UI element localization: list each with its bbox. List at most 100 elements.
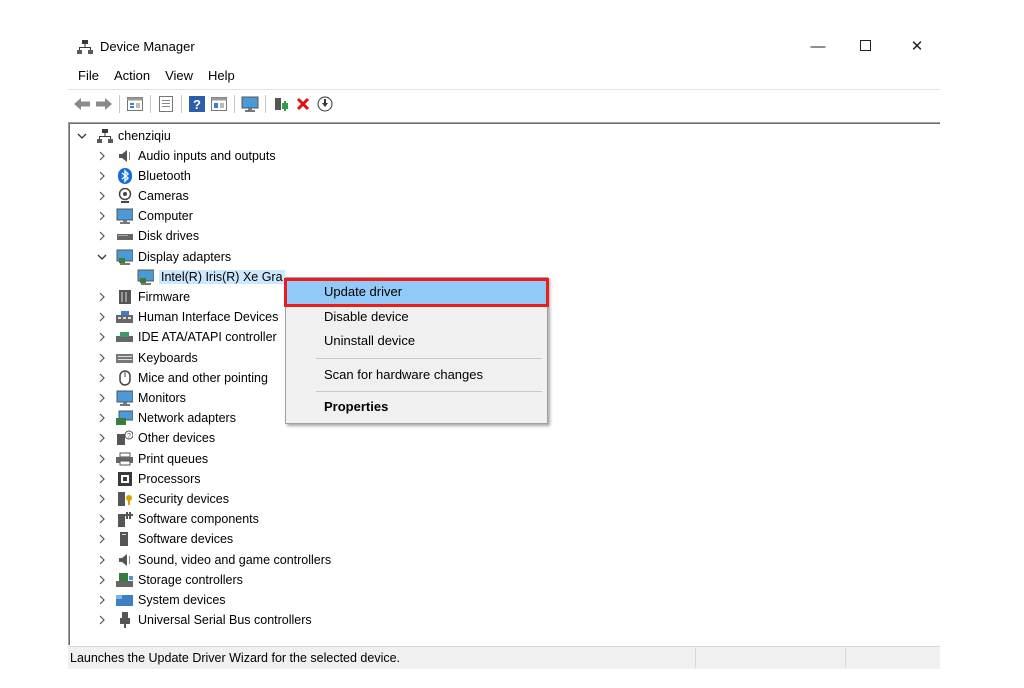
tree-item-category[interactable]: Mice and other pointing [96, 368, 268, 387]
chevron-right-icon[interactable] [96, 412, 108, 424]
uninstall-device-item[interactable]: Uninstall device [324, 331, 415, 351]
tree-item-label: Other devices [138, 431, 216, 446]
chevron-right-icon[interactable] [96, 190, 108, 202]
tree-item-category[interactable]: Bluetooth [96, 166, 191, 185]
tree-item-category[interactable]: Print queues [96, 449, 208, 468]
tree-item-category[interactable]: Computer [96, 207, 193, 226]
tree-item-category[interactable]: Keyboards [96, 348, 198, 367]
help-icon[interactable]: ? [187, 94, 206, 114]
tree-item-label: Security devices [138, 491, 230, 506]
chevron-right-icon[interactable] [96, 574, 108, 586]
tree-item-category[interactable]: Software components [96, 510, 259, 529]
chevron-down-icon[interactable] [76, 130, 88, 142]
minimize-button[interactable]: — [803, 34, 833, 58]
menu-bar: File Action View Help [78, 68, 250, 86]
tree-item-category[interactable]: Audio inputs and outputs [96, 146, 276, 165]
uninstall-x-icon[interactable] [293, 94, 312, 114]
maximize-icon [859, 38, 871, 55]
chevron-right-icon[interactable] [96, 453, 108, 465]
chevron-right-icon[interactable] [96, 392, 108, 404]
software-device-icon [116, 531, 133, 547]
menu-file[interactable]: File [78, 68, 99, 86]
tree-item-label: Software devices [138, 532, 234, 547]
tree-item-label: Monitors [138, 390, 186, 405]
tree-item-category[interactable]: Cameras [96, 186, 189, 205]
tree-item-category[interactable]: Network adapters [96, 409, 236, 428]
tree-item-label: Processors [138, 471, 201, 486]
tree-item-label: Network adapters [138, 411, 236, 426]
tree-item-category[interactable]: Security devices [96, 489, 229, 508]
chevron-right-icon[interactable] [96, 473, 108, 485]
window-title: Device Manager [100, 39, 195, 54]
menu-view[interactable]: View [165, 68, 193, 86]
chevron-right-icon[interactable] [96, 170, 108, 182]
chevron-right-icon[interactable] [96, 614, 108, 626]
tree-item-label: Computer [138, 209, 193, 224]
tree-border [69, 123, 70, 645]
chevron-right-icon[interactable] [96, 331, 108, 343]
chevron-right-icon[interactable] [96, 432, 108, 444]
tree-item-label: Universal Serial Bus controllers [138, 613, 312, 628]
chevron-right-icon[interactable] [96, 533, 108, 545]
tree-item-category[interactable]: IDE ATA/ATAPI controller [96, 328, 277, 347]
chevron-right-icon[interactable] [96, 352, 108, 364]
tree-item-category[interactable]: Universal Serial Bus controllers [96, 611, 312, 630]
tree-item-category[interactable]: Monitors [96, 388, 186, 407]
chevron-down-icon[interactable] [96, 251, 108, 263]
tree-item-category[interactable]: Software devices [96, 530, 233, 549]
chevron-right-icon[interactable] [96, 311, 108, 323]
grid-icon[interactable] [209, 94, 228, 114]
chevron-right-icon[interactable] [96, 372, 108, 384]
chevron-right-icon[interactable] [96, 554, 108, 566]
disable-device-item[interactable]: Disable device [324, 307, 409, 327]
page-icon[interactable] [156, 94, 175, 114]
chevron-right-icon[interactable] [96, 230, 108, 242]
chevron-right-icon[interactable] [96, 594, 108, 606]
close-button[interactable]: ✕ [902, 34, 932, 58]
chevron-right-icon[interactable] [96, 291, 108, 303]
tree-item-category[interactable]: Human Interface Devices [96, 308, 278, 327]
tree-border [68, 123, 940, 124]
tree-item-category[interactable]: System devices [96, 590, 226, 609]
download-icon[interactable] [315, 94, 334, 114]
svg-text:?: ? [127, 433, 131, 440]
processor-icon [116, 471, 133, 487]
usb-icon [116, 612, 133, 629]
status-text: Launches the Update Driver Wizard for th… [70, 651, 401, 665]
scan-hardware-item[interactable]: Scan for hardware changes [324, 365, 483, 385]
tree-item-device[interactable]: Intel(R) Iris(R) Xe Gra [137, 267, 285, 286]
tree-item-category[interactable]: Sound, video and game controllers [96, 550, 331, 569]
tree-root[interactable]: chenziqiu [76, 126, 171, 145]
security-icon [116, 491, 133, 507]
keyboard-icon [116, 350, 133, 366]
close-icon: ✕ [910, 38, 924, 55]
tree-item-category[interactable]: ? Other devices [96, 429, 215, 448]
tree-item-category[interactable]: Disk drives [96, 227, 199, 246]
chevron-right-icon[interactable] [96, 513, 108, 525]
tree-item-category[interactable]: Display adapters [96, 247, 231, 266]
chevron-right-icon[interactable] [96, 150, 108, 162]
properties-grid-icon[interactable] [125, 94, 144, 114]
toolbar: ? [72, 93, 337, 115]
network-icon [116, 410, 133, 426]
tree-item-category[interactable]: Processors [96, 469, 201, 488]
camera-icon [116, 187, 133, 204]
tree-item-category[interactable]: Storage controllers [96, 570, 243, 589]
menu-action[interactable]: Action [114, 68, 150, 86]
add-driver-icon[interactable] [271, 94, 290, 114]
display-adapter-icon [137, 269, 154, 285]
toolbar-separator [234, 95, 235, 113]
chevron-right-icon[interactable] [96, 210, 108, 222]
menu-help[interactable]: Help [208, 68, 235, 86]
update-driver-item[interactable]: Update driver [324, 282, 402, 302]
monitor-icon[interactable] [240, 94, 259, 114]
tree-item-category[interactable]: Firmware [96, 287, 190, 306]
back-arrow-icon[interactable] [72, 94, 91, 114]
chevron-right-icon[interactable] [96, 493, 108, 505]
storage-icon [116, 572, 133, 588]
properties-item[interactable]: Properties [324, 397, 388, 417]
computer-icon [116, 208, 133, 225]
hid-icon [116, 309, 133, 325]
maximize-button[interactable] [850, 34, 880, 58]
forward-arrow-icon[interactable] [94, 94, 113, 114]
